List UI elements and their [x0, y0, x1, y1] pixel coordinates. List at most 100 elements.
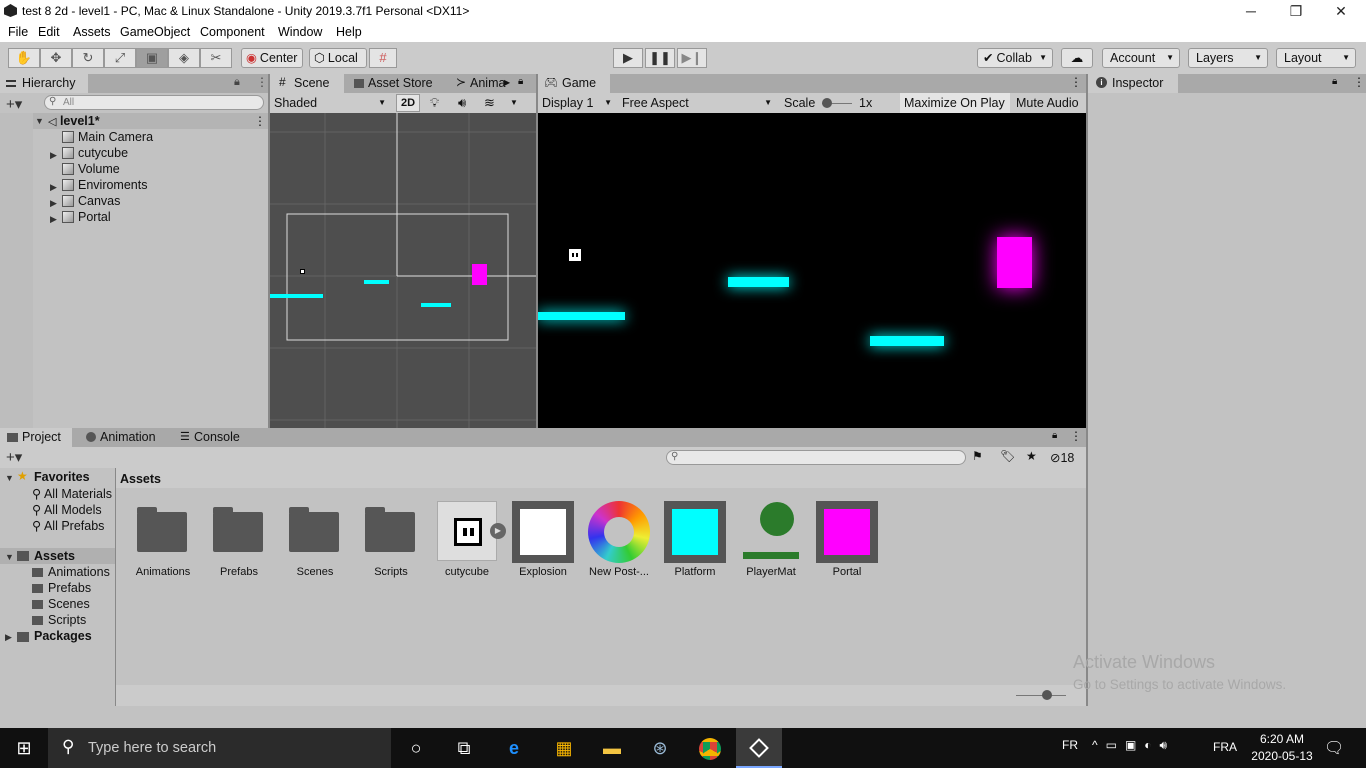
filter-by-type-icon[interactable]: ⚑: [972, 449, 983, 463]
tab-overflow-icon[interactable]: ▶: [504, 78, 510, 87]
tree-folder[interactable]: Prefabs: [48, 581, 91, 595]
zoom-slider-handle[interactable]: [1042, 690, 1052, 700]
hidden-packages-toggle[interactable]: ⊘18: [1050, 450, 1074, 465]
display-dropdown[interactable]: Display 1 ▼: [538, 93, 616, 113]
audio-icon[interactable]: 🔊︎: [458, 95, 466, 111]
scene-menu-icon[interactable]: ⋮: [254, 114, 266, 128]
clock-date[interactable]: 2020-05-13: [1246, 749, 1318, 763]
panel-menu-icon[interactable]: ⋮: [1070, 429, 1082, 443]
lighting-icon[interactable]: 💡︎: [430, 95, 439, 111]
create-button[interactable]: +▾: [6, 95, 22, 113]
effects-dropdown-icon[interactable]: ▼: [510, 98, 518, 107]
clock-time[interactable]: 6:20 AM: [1252, 732, 1312, 746]
cloud-icon[interactable]: ☁: [1061, 48, 1093, 68]
tree-folder[interactable]: Scenes: [48, 597, 90, 611]
play-button[interactable]: ▶: [613, 48, 643, 68]
windows-start-icon[interactable]: ⊞: [0, 728, 48, 768]
close-button[interactable]: ✕: [1318, 0, 1364, 23]
scene-player[interactable]: [300, 269, 305, 274]
menu-window[interactable]: Window: [278, 25, 322, 39]
menu-assets[interactable]: Assets: [73, 25, 111, 39]
custom-tool-icon[interactable]: ✂: [200, 48, 232, 68]
menu-gameobject[interactable]: GameObject: [120, 25, 190, 39]
favorite-item[interactable]: ⚲ All Materials: [32, 486, 112, 501]
expand-arrow-icon[interactable]: ▶: [50, 182, 57, 193]
hand-tool-icon[interactable]: ✋: [8, 48, 40, 68]
transform-tool-icon[interactable]: ◈: [168, 48, 200, 68]
hierarchy-item[interactable]: Portal: [62, 209, 111, 225]
pause-button[interactable]: ❚❚: [645, 48, 675, 68]
create-button[interactable]: +▾: [6, 448, 22, 466]
keyboard-layout[interactable]: FRA: [1213, 740, 1237, 754]
maximize-on-play-toggle[interactable]: Maximize On Play: [900, 93, 1010, 113]
favorites-label[interactable]: Favorites: [34, 470, 90, 484]
expand-arrow-icon[interactable]: ▼: [5, 473, 14, 483]
project-search-input[interactable]: ⚲: [666, 450, 966, 465]
favorite-item[interactable]: ⚲ All Models: [32, 502, 102, 517]
favorite-item[interactable]: ⚲ All Prefabs: [32, 518, 104, 533]
collab-dropdown[interactable]: ✔ Collab ▼: [977, 48, 1053, 68]
cortana-icon[interactable]: ○: [392, 728, 440, 768]
unity-taskbar-icon[interactable]: [736, 728, 782, 768]
layers-dropdown[interactable]: Layers ▼: [1188, 48, 1268, 68]
effects-icon[interactable]: ≋: [484, 95, 495, 111]
panel-menu-icon[interactable]: ⋮: [256, 75, 268, 89]
aspect-dropdown[interactable]: Free Aspect ▼: [618, 93, 776, 113]
hierarchy-item[interactable]: Volume: [62, 161, 120, 177]
menu-edit[interactable]: Edit: [38, 25, 60, 39]
steam-icon[interactable]: ⊛: [636, 728, 684, 768]
expand-arrow-icon[interactable]: ▶: [50, 150, 57, 161]
tree-folder[interactable]: Scripts: [48, 613, 86, 627]
store-icon[interactable]: ▦: [540, 728, 588, 768]
breadcrumb-assets[interactable]: Assets: [120, 472, 161, 486]
zoom-slider-track[interactable]: [1016, 695, 1066, 696]
panel-menu-icon[interactable]: ⋮: [1070, 75, 1082, 89]
expand-arrow-icon[interactable]: ▼: [35, 116, 44, 126]
game-viewport[interactable]: [538, 113, 1086, 428]
hierarchy-item[interactable]: Canvas: [62, 193, 120, 209]
notification-icon[interactable]: 🗨︎: [1324, 738, 1344, 758]
taskbar-search-box[interactable]: ⚲ Type here to search: [48, 728, 391, 768]
grid-snap-icon[interactable]: #: [369, 48, 397, 68]
menu-file[interactable]: File: [8, 25, 28, 39]
lock-icon[interactable]: 🔒︎: [1332, 76, 1337, 87]
expand-arrow-icon[interactable]: ▶: [50, 198, 57, 209]
assets-folder-label[interactable]: Assets: [34, 549, 75, 563]
hierarchy-item[interactable]: Enviroments: [62, 177, 147, 193]
favorite-star-icon[interactable]: ★: [1026, 449, 1037, 463]
hierarchy-search-input[interactable]: ⚲ All: [44, 95, 264, 110]
layout-dropdown[interactable]: Layout ▼: [1276, 48, 1356, 68]
divider[interactable]: [115, 468, 116, 706]
scene-root[interactable]: ◁ level1*: [48, 113, 100, 129]
input-language[interactable]: FR: [1062, 738, 1078, 752]
scene-viewport[interactable]: [270, 113, 536, 428]
scale-slider-handle[interactable]: [822, 98, 832, 108]
chrome-icon[interactable]: [686, 728, 734, 768]
file-explorer-icon[interactable]: ▬: [588, 728, 636, 768]
2d-toggle-button[interactable]: 2D: [396, 94, 420, 112]
pivot-local-button[interactable]: ⬡ Local: [309, 48, 367, 68]
shading-dropdown[interactable]: Shaded ▼: [270, 93, 390, 113]
account-dropdown[interactable]: Account ▼: [1102, 48, 1180, 68]
filter-by-label-icon[interactable]: 🏷︎: [1000, 449, 1015, 463]
lock-icon[interactable]: 🔒︎: [1052, 430, 1057, 441]
panel-menu-icon[interactable]: ⋮: [1353, 75, 1365, 89]
expand-arrow-icon[interactable]: ▶: [50, 214, 57, 225]
lock-icon[interactable]: 🔒︎: [518, 76, 523, 87]
scale-tool-icon[interactable]: ⤢: [104, 48, 136, 68]
menu-component[interactable]: Component: [200, 25, 265, 39]
menu-help[interactable]: Help: [336, 25, 362, 39]
scene-platform[interactable]: [270, 294, 323, 298]
mute-audio-toggle[interactable]: Mute Audio: [1012, 93, 1086, 113]
expand-arrow-icon[interactable]: ▼: [5, 552, 14, 562]
hierarchy-item[interactable]: Main Camera: [62, 129, 153, 145]
lock-icon[interactable]: 🔒︎: [234, 76, 240, 89]
tray-icons[interactable]: ^▭▣◐🔊︎: [1092, 738, 1175, 753]
rect-tool-icon[interactable]: ▣: [136, 48, 168, 68]
packages-folder-label[interactable]: Packages: [34, 629, 92, 643]
expand-arrow-icon[interactable]: ▶: [5, 632, 12, 643]
edge-icon[interactable]: e: [490, 728, 538, 768]
minimize-button[interactable]: ─: [1228, 0, 1274, 23]
move-tool-icon[interactable]: ✥: [40, 48, 72, 68]
tree-folder[interactable]: Animations: [48, 565, 110, 579]
